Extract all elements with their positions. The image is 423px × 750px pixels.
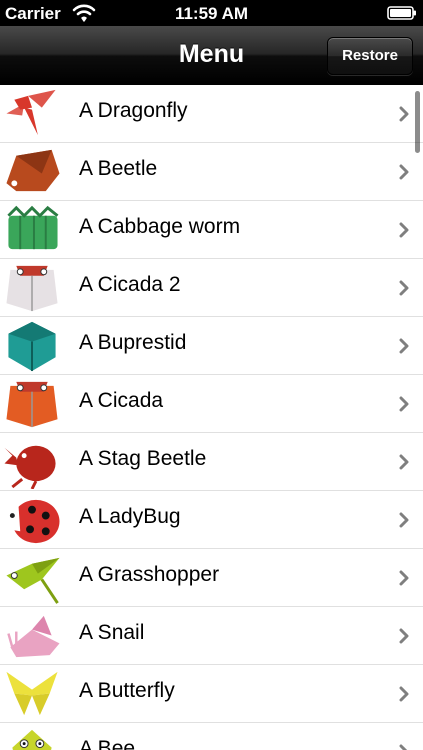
battery-icon — [387, 6, 416, 20]
chevron-right-icon — [399, 338, 409, 354]
list-item-label: A Cicada 2 — [79, 273, 181, 296]
list-item-label: A Bee — [79, 737, 136, 750]
grasshopper-origami-icon — [6, 557, 60, 604]
list-item-label: A Snail — [79, 621, 145, 644]
list-item[interactable]: A Beetle — [0, 143, 423, 201]
restore-button[interactable]: Restore — [327, 37, 413, 75]
cicada-origami-icon — [6, 381, 58, 428]
list-item-label: A Cabbage worm — [79, 215, 241, 238]
list-item-label: A Butterfly — [79, 679, 175, 702]
chevron-right-icon — [399, 570, 409, 586]
chevron-right-icon — [399, 280, 409, 296]
list-item[interactable]: A Cicada — [0, 375, 423, 433]
list-item[interactable]: A Cicada 2 — [0, 259, 423, 317]
list-item[interactable]: A Stag Beetle — [0, 433, 423, 491]
chevron-right-icon — [399, 744, 408, 750]
list-item[interactable]: A Cabbage worm — [0, 201, 423, 259]
list-item-label: A Beetle — [79, 157, 158, 180]
list-item-label: A Stag Beetle — [79, 447, 207, 470]
chevron-right-icon — [399, 164, 409, 180]
list-item[interactable]: A LadyBug — [0, 491, 423, 549]
list-item[interactable]: A Buprestid — [0, 317, 423, 375]
chevron-right-icon — [399, 512, 409, 528]
chevron-right-icon — [399, 628, 409, 644]
list-item-label: A Buprestid — [79, 331, 187, 354]
butterfly-origami-icon — [6, 671, 58, 716]
chevron-right-icon — [399, 396, 409, 412]
list-item-label: A Grasshopper — [79, 563, 220, 586]
snail-origami-icon — [7, 615, 60, 658]
chevron-right-icon — [399, 686, 409, 702]
cicada-origami-icon — [6, 265, 58, 312]
chevron-right-icon — [399, 106, 409, 122]
status-bar: Carrier 11:59 AM — [0, 0, 423, 26]
buprestid-origami-icon — [8, 321, 56, 372]
clock: 11:59 AM — [174, 4, 249, 23]
cabbage-worm-origami-icon — [7, 205, 59, 250]
chevron-right-icon — [399, 454, 409, 470]
stag-beetle-origami-icon — [4, 445, 56, 489]
bee-origami-icon — [12, 729, 52, 750]
list-item[interactable]: A Dragonfly — [0, 85, 423, 143]
menu-list[interactable]: A Dragonfly A Beetle A Cabbage worm A Ci… — [0, 85, 423, 750]
ladybug-origami-icon — [6, 499, 60, 544]
navigation-bar: Menu Restore — [0, 26, 423, 85]
list-item-label: A Dragonfly — [79, 99, 188, 122]
dragonfly-origami-icon — [6, 89, 56, 136]
list-item[interactable]: A Butterfly — [0, 665, 423, 723]
list-item[interactable]: A Bee — [0, 723, 423, 750]
list-item-label: A LadyBug — [79, 505, 181, 528]
list-item[interactable]: A Snail — [0, 607, 423, 665]
beetle-origami-icon — [6, 149, 60, 192]
list-item-label: A Cicada — [79, 389, 164, 412]
list-item[interactable]: A Grasshopper — [0, 549, 423, 607]
screen: Carrier 11:59 AM Menu Restore A Dragonfl… — [0, 0, 423, 750]
chevron-right-icon — [399, 222, 409, 238]
scroll-indicator — [415, 91, 420, 153]
